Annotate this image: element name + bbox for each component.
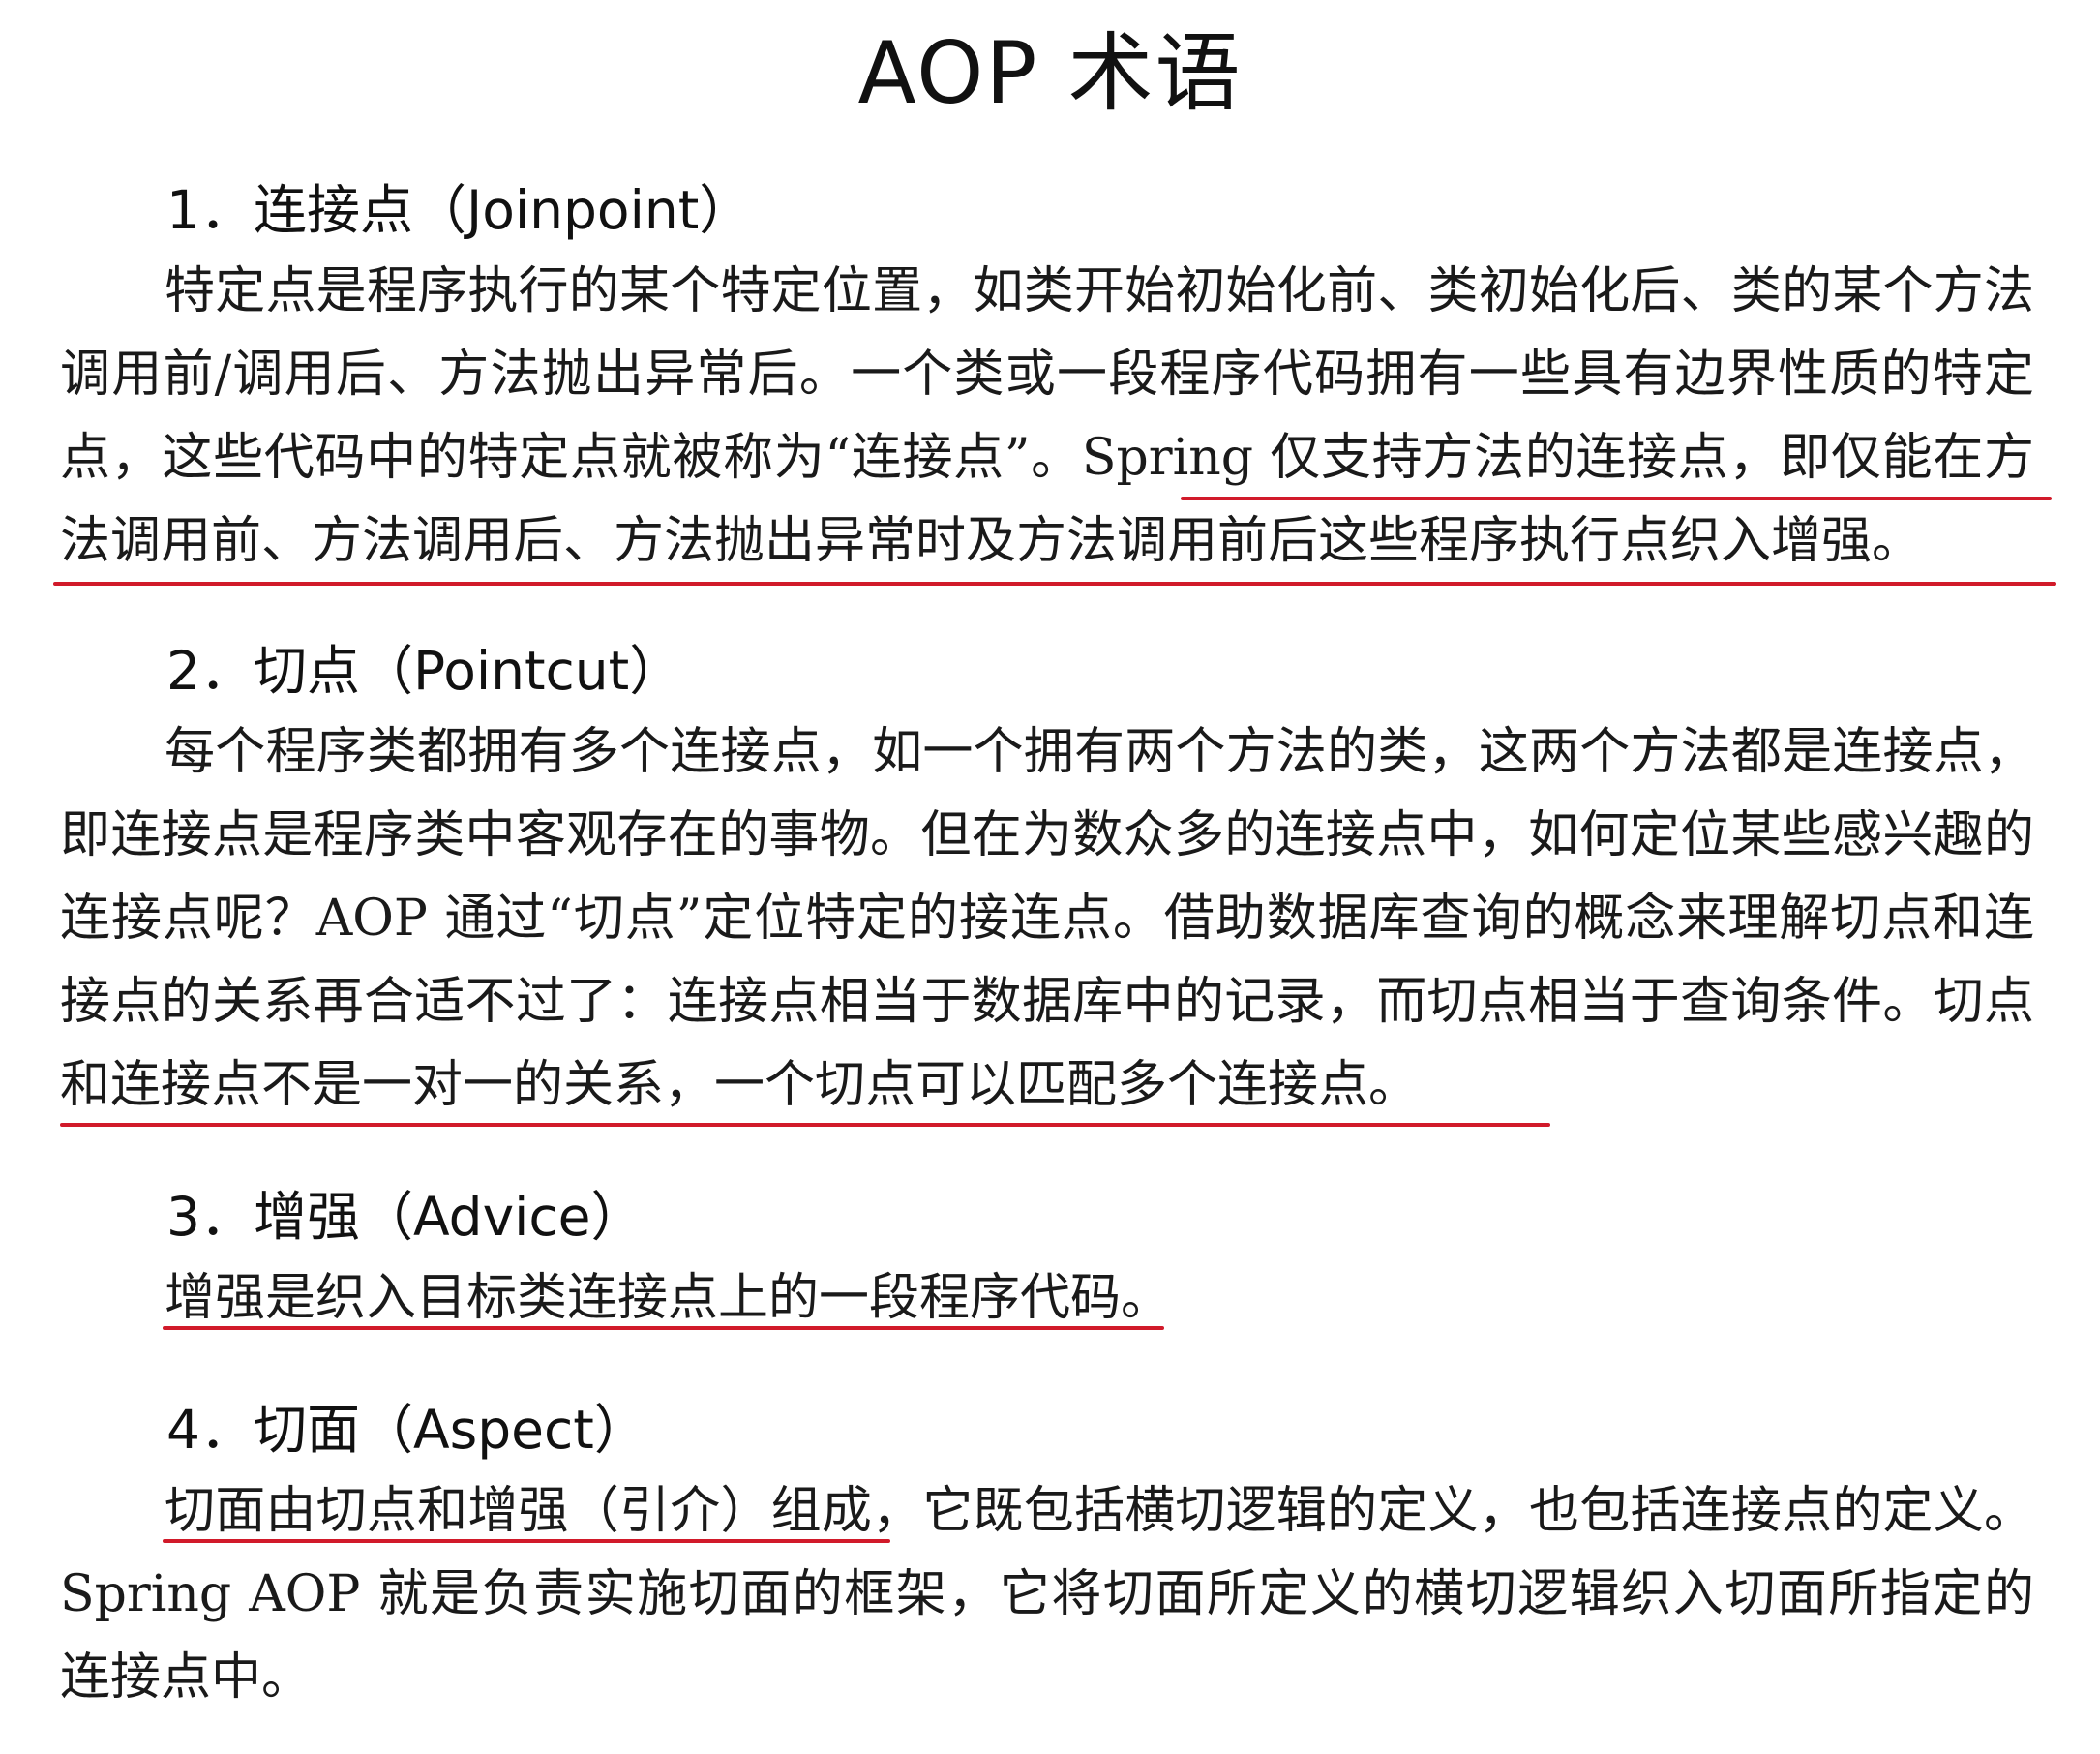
- highlight-underline: [1181, 497, 2052, 500]
- section-heading: 1．连接点（Joinpoint）: [166, 179, 753, 241]
- section-body: 特定点是程序执行的某个特定位置，如类开始初始化前、类初始化后、类的某个方法调用前…: [60, 262, 2034, 570]
- section-body: 每个程序类都拥有多个连接点，如一个拥有两个方法的类，这两个方法都是连接点，即连接…: [60, 723, 2034, 1114]
- section-heading: 2．切点（Pointcut）: [166, 640, 683, 702]
- highlight-underline: [53, 582, 2056, 586]
- page-title: AOP 术语: [857, 23, 1243, 123]
- section-heading: 3．增强（Advice）: [166, 1186, 645, 1248]
- section-heading: 4．切面（Aspect）: [166, 1399, 647, 1461]
- highlight-underline: [163, 1326, 1164, 1330]
- highlight-underline: [60, 1123, 1550, 1127]
- highlight-underline: [163, 1539, 890, 1543]
- section-body: 切面由切点和增强（引介）组成，它既包括横切逻辑的定义，也包括连接点的定义。Spr…: [60, 1482, 2034, 1707]
